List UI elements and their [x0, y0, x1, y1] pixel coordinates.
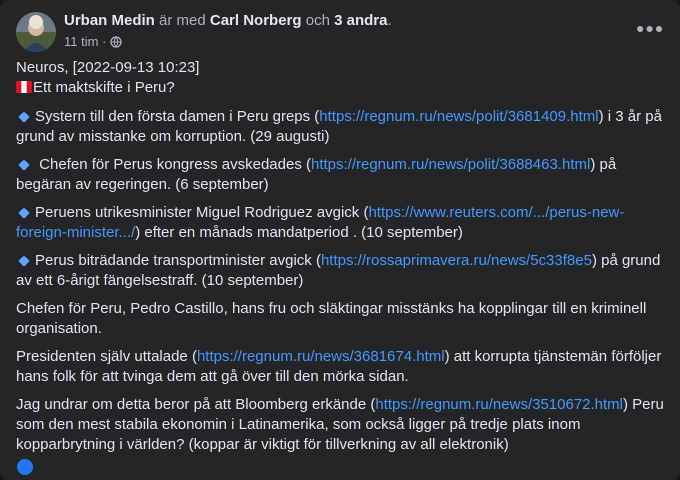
bullet-3-text: Peruens utrikesminister Miguel Rodriguez…	[35, 204, 369, 221]
paragraph-president: Presidenten själv uttalade (https://regn…	[16, 347, 664, 387]
tagged-name[interactable]: Carl Norberg	[210, 12, 302, 29]
paragraph-bloomberg-text: Jag undrar om detta beror på att Bloombe…	[16, 396, 376, 413]
blue-diamond-icon	[18, 158, 30, 171]
and-text: och	[305, 12, 330, 29]
blue-diamond-icon	[18, 206, 30, 219]
link-regnum-3681409[interactable]: https://regnum.ru/news/polit/3681409.htm…	[319, 108, 598, 125]
more-options-icon[interactable]: ●●●	[636, 20, 664, 40]
others-link[interactable]: 3 andra	[334, 12, 387, 29]
post-card: Urban Medin är med Carl Norberg och 3 an…	[0, 0, 680, 480]
like-reaction-icon[interactable]	[16, 458, 34, 476]
post-author-line: Urban Medin är med Carl Norberg och 3 an…	[64, 12, 392, 30]
link-regnum-3688463[interactable]: https://regnum.ru/news/polit/3688463.htm…	[311, 156, 590, 173]
paragraph-president-text: Presidenten själv uttalade (	[16, 348, 197, 365]
post-header: Urban Medin är med Carl Norberg och 3 an…	[16, 12, 664, 54]
paragraph-bloomberg: Jag undrar om detta beror på att Bloombe…	[16, 395, 664, 455]
author-name[interactable]: Urban Medin	[64, 12, 155, 29]
bullet-2: Chefen för Perus kongress avskedades (ht…	[16, 155, 664, 195]
post-source-line: Neuros, [2022-09-13 10:23]	[16, 59, 200, 76]
bullet-4-text: Perus biträdande transportminister avgic…	[35, 252, 321, 269]
reactions-bar	[16, 458, 664, 478]
meta-separator: ·	[102, 34, 107, 49]
bullet-4: Perus biträdande transportminister avgic…	[16, 251, 664, 291]
link-regnum-3681674[interactable]: https://regnum.ru/news/3681674.html	[197, 348, 445, 365]
avatar[interactable]	[16, 12, 56, 52]
globe-icon[interactable]	[110, 36, 122, 52]
blue-diamond-icon	[18, 110, 30, 123]
link-rossaprimavera[interactable]: https://rossaprimavera.ru/news/5c33f8e5	[321, 252, 592, 269]
post-body: Neuros, [2022-09-13 10:23] Ett maktskift…	[16, 58, 664, 463]
bullet-1: Systern till den första damen i Peru gre…	[16, 107, 664, 147]
timestamp[interactable]: 11 tim	[64, 34, 98, 49]
period: .	[387, 12, 392, 29]
paragraph-castillo: Chefen för Peru, Pedro Castillo, hans fr…	[16, 300, 647, 337]
bullet-1-text: Systern till den första damen i Peru gre…	[35, 108, 320, 125]
post-meta: 11 tim ·	[64, 34, 122, 52]
bullet-3-tail: ) efter en månads mandatperiod . (10 sep…	[135, 224, 463, 241]
link-regnum-3510672[interactable]: https://regnum.ru/news/3510672.html	[375, 396, 623, 413]
bullet-3: Peruens utrikesminister Miguel Rodriguez…	[16, 203, 664, 243]
with-text: är med	[159, 12, 206, 29]
post-headline: Ett maktskifte i Peru?	[33, 79, 175, 96]
blue-diamond-icon	[18, 254, 30, 267]
bullet-2-text: Chefen för Perus kongress avskedades (	[35, 156, 311, 173]
peru-flag-icon	[16, 79, 32, 99]
